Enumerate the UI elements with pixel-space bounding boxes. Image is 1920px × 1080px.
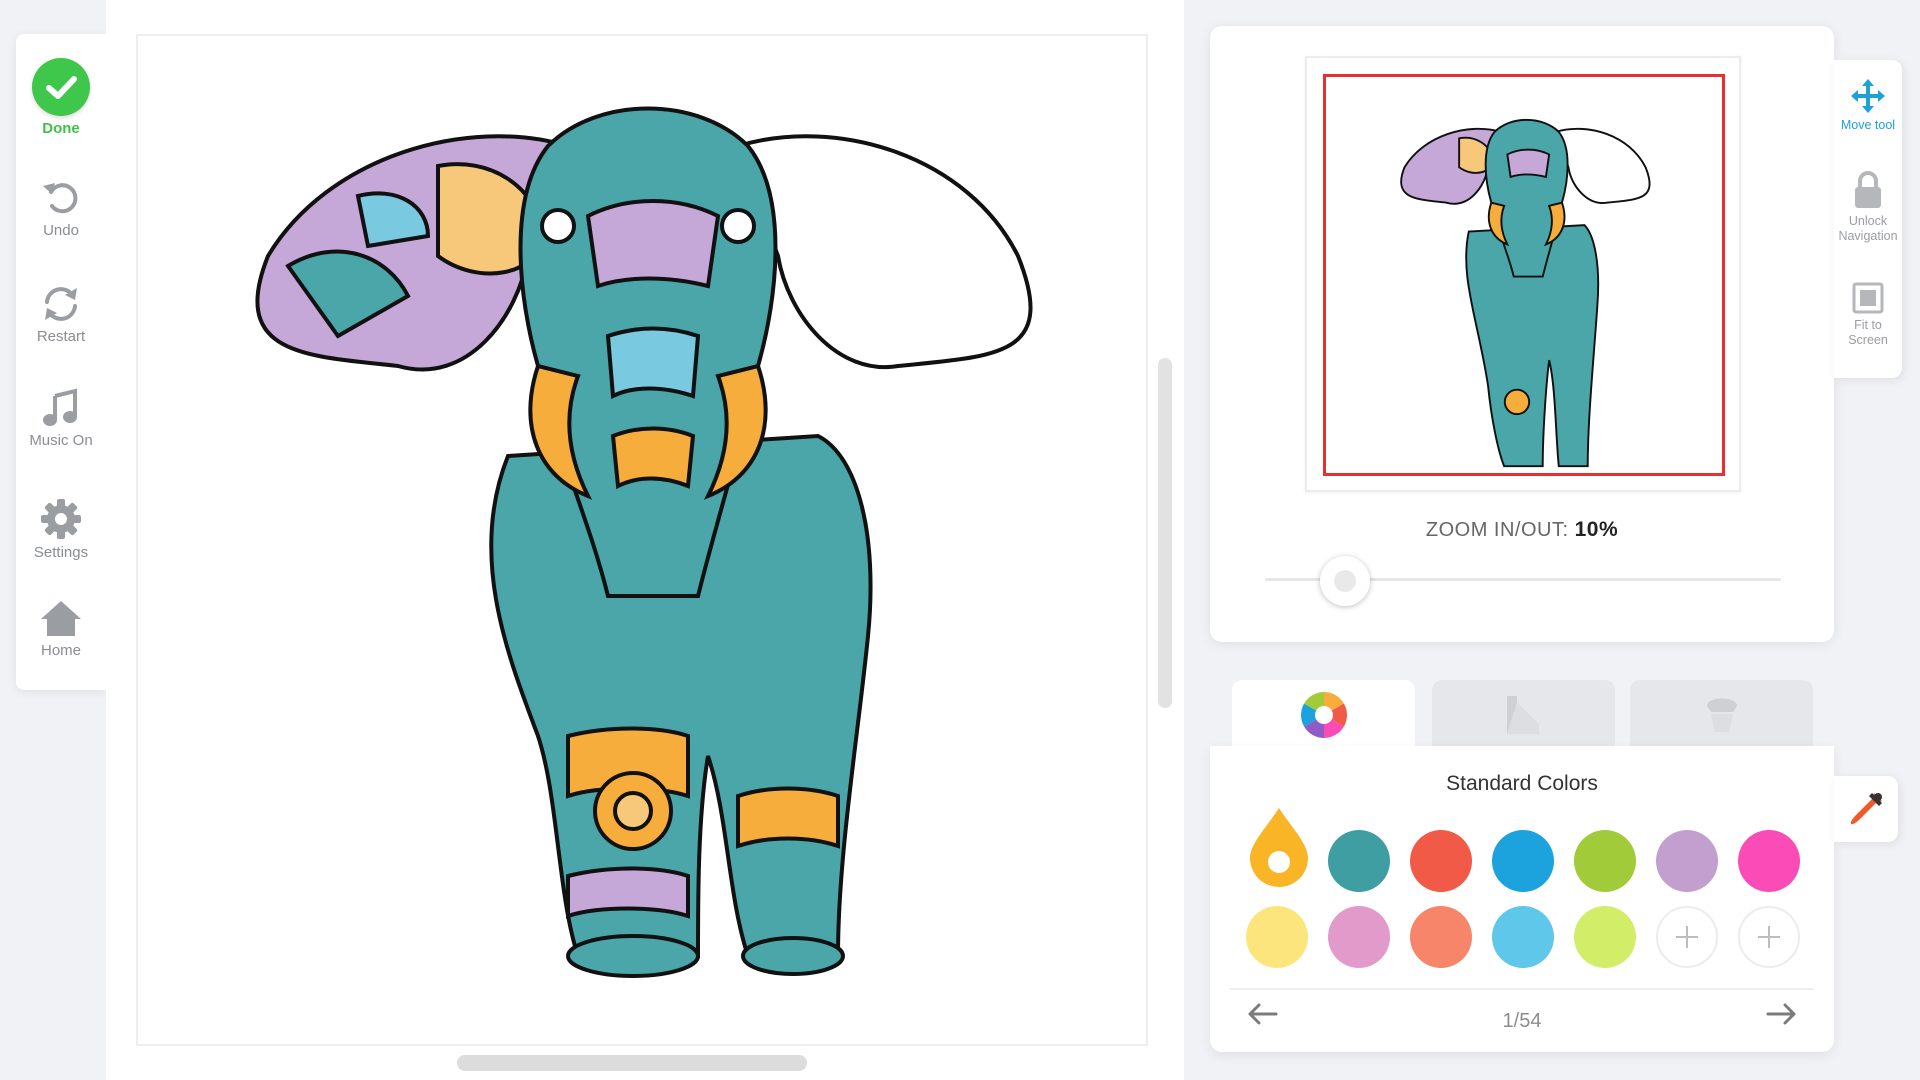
navigator-card: ZOOM IN/OUT: 10%: [1210, 26, 1834, 642]
done-button[interactable]: Done: [16, 58, 106, 137]
color-swatch[interactable]: [1246, 906, 1308, 968]
palette-page-indicator: 1/54: [1502, 1010, 1542, 1032]
tab-color-wheel[interactable]: [1232, 680, 1415, 750]
add-color-button[interactable]: [1656, 906, 1718, 968]
zoom-value: 10%: [1574, 518, 1619, 541]
move-icon: [1851, 79, 1885, 113]
viewport-rectangle[interactable]: [1323, 74, 1725, 476]
vertical-scrollbar[interactable]: [1158, 358, 1172, 708]
navigation-tools: Move tool Unlock Navigation Fit to Scree…: [1834, 60, 1902, 378]
zoom-label: ZOOM IN/OUT:: [1425, 519, 1569, 541]
left-toolbar: Done Undo Restart Music On Settings Home: [16, 34, 106, 690]
arrow-right-icon[interactable]: [1766, 1002, 1798, 1026]
unlock-navigation-button[interactable]: Unlock Navigation: [1834, 170, 1902, 244]
done-label: Done: [42, 120, 80, 137]
horizontal-scrollbar[interactable]: [457, 1055, 807, 1071]
restart-label: Restart: [36, 328, 86, 345]
fit-to-screen-button[interactable]: Fit to Screen: [1834, 282, 1902, 348]
palette-title: Standard Colors: [1446, 772, 1598, 795]
color-swatch[interactable]: [1328, 830, 1390, 892]
music-icon: [43, 388, 77, 426]
colors-panel: Standard Colors 1/54: [1210, 746, 1834, 1052]
color-swatch[interactable]: [1574, 830, 1636, 892]
home-icon: [41, 601, 81, 636]
selected-color-drop[interactable]: [1248, 806, 1310, 888]
color-swatch[interactable]: [1738, 830, 1800, 892]
palette-divider: [1230, 988, 1814, 990]
color-swatch[interactable]: [1574, 906, 1636, 968]
color-swatch[interactable]: [1656, 830, 1718, 892]
color-swatch[interactable]: [1410, 830, 1472, 892]
fit-to-screen-label: Fit to Screen: [1848, 318, 1888, 347]
undo-button[interactable]: Undo: [16, 178, 106, 239]
move-tool-button[interactable]: Move tool: [1834, 78, 1902, 133]
eyedropper-button[interactable]: [1834, 776, 1898, 842]
settings-button[interactable]: Settings: [16, 498, 106, 561]
color-swatch[interactable]: [1492, 830, 1554, 892]
gear-icon: [41, 499, 81, 539]
music-label: Music On: [29, 432, 93, 449]
undo-icon: [43, 183, 78, 214]
zoom-slider-knob[interactable]: [1320, 556, 1370, 606]
elephant-artwork[interactable]: [138, 36, 1146, 1044]
settings-label: Settings: [33, 544, 89, 561]
coloring-canvas[interactable]: [136, 34, 1148, 1046]
undo-label: Undo: [43, 222, 79, 239]
tab-gradients[interactable]: [1432, 680, 1615, 750]
color-swatch[interactable]: [1328, 906, 1390, 968]
fit-screen-icon: [1852, 282, 1884, 314]
zoom-readout: ZOOM IN/OUT: 10%: [1210, 518, 1834, 542]
canvas-panel: [106, 0, 1184, 1080]
unlock-navigation-label: Unlock Navigation: [1838, 214, 1898, 243]
chef-icon: [1706, 698, 1737, 732]
home-label: Home: [40, 642, 81, 659]
restart-icon: [45, 287, 77, 321]
lock-icon: [1855, 171, 1881, 208]
home-button[interactable]: Home: [16, 598, 106, 659]
navigator-thumbnail[interactable]: [1305, 56, 1741, 492]
check-icon: [32, 58, 90, 116]
eyedropper-icon: [1850, 793, 1882, 825]
move-tool-label: Move tool: [1840, 118, 1896, 132]
music-toggle-button[interactable]: Music On: [16, 388, 106, 449]
restart-button[interactable]: Restart: [16, 284, 106, 345]
color-wheel-icon: [1300, 692, 1347, 738]
add-color-button[interactable]: [1738, 906, 1800, 968]
color-swatch[interactable]: [1410, 906, 1472, 968]
color-swatch[interactable]: [1492, 906, 1554, 968]
tab-textures[interactable]: [1630, 680, 1813, 750]
gradient-icon: [1506, 696, 1539, 734]
